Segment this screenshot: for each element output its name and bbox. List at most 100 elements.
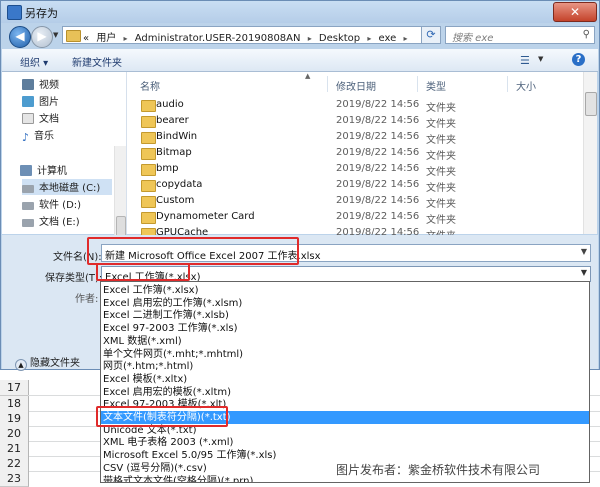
filetype-option[interactable]: Excel 工作簿(*.xlsx): [101, 284, 589, 297]
folder-icon: [141, 148, 156, 160]
row-header[interactable]: 20: [0, 426, 29, 442]
nav-item-label: 文档: [39, 114, 59, 125]
file-row[interactable]: Bitmap 2019/8/22 14:56 文件夹: [127, 146, 577, 162]
file-date: 2019/8/22 14:56: [336, 179, 420, 190]
row-header[interactable]: 18: [0, 396, 29, 412]
column-header-size[interactable]: 大小: [516, 78, 536, 93]
row-header[interactable]: 21: [0, 441, 29, 457]
address-bar[interactable]: « 用户 ▸ Administrator.USER-20190808AN ▸ D…: [62, 26, 434, 44]
file-date: 2019/8/22 14:56: [336, 163, 420, 174]
file-type: 文件夹: [426, 215, 456, 226]
nav-item-disk-d[interactable]: 软件 (D:): [22, 196, 81, 212]
filetype-option[interactable]: 文本文件(制表符分隔)(*.txt): [101, 411, 589, 424]
filetype-option[interactable]: Excel 97-2003 模板(*.xlt): [101, 398, 589, 411]
row-header[interactable]: 17: [0, 380, 29, 396]
nav-item-music[interactable]: ♪ 音乐: [22, 127, 54, 144]
folder-icon: [141, 212, 156, 224]
collapse-icon: ▲: [15, 359, 27, 371]
nav-item-documents[interactable]: 文档: [22, 110, 59, 126]
organize-button[interactable]: 组织 ▾: [20, 54, 48, 69]
column-divider[interactable]: [327, 76, 328, 92]
file-row[interactable]: BindWin 2019/8/22 14:56 文件夹: [127, 130, 577, 146]
nav-item-computer[interactable]: 计算机: [20, 162, 67, 178]
excel-app-icon: [7, 5, 22, 20]
back-button[interactable]: ◀: [9, 26, 31, 48]
file-date: 2019/8/22 14:56: [336, 99, 420, 110]
nav-item-pictures[interactable]: 图片: [22, 93, 59, 109]
nav-item-label: 计算机: [37, 166, 67, 177]
filename-field[interactable]: 新建 Microsoft Office Excel 2007 工作表.xlsx …: [101, 244, 591, 262]
disk-icon: [22, 219, 34, 227]
column-header-name[interactable]: 名称: [140, 78, 160, 93]
file-name: Dynamometer Card: [156, 211, 255, 222]
file-list-scrollbar[interactable]: [583, 72, 597, 234]
breadcrumb-item[interactable]: Desktop: [319, 33, 360, 44]
file-row[interactable]: audio 2019/8/22 14:56 文件夹: [127, 98, 577, 114]
row-header[interactable]: 19: [0, 411, 29, 427]
filetype-option[interactable]: Excel 97-2003 工作簿(*.xls): [101, 322, 589, 335]
help-icon[interactable]: ?: [572, 53, 585, 66]
new-folder-button[interactable]: 新建文件夹: [72, 54, 122, 69]
row-header[interactable]: 22: [0, 456, 29, 472]
videos-icon: [22, 79, 34, 90]
view-options-icon[interactable]: ☰: [520, 54, 530, 67]
filetype-option[interactable]: Excel 模板(*.xltx): [101, 373, 589, 386]
filetype-dropdown-list[interactable]: Excel 工作簿(*.xlsx) Excel 启用宏的工作簿(*.xlsm) Ex…: [100, 281, 590, 483]
column-divider[interactable]: [507, 76, 508, 92]
file-row[interactable]: bearer 2019/8/22 14:56 文件夹: [127, 114, 577, 130]
breadcrumb-separator-icon[interactable]: ▸: [124, 34, 128, 43]
column-header-date[interactable]: 修改日期: [336, 78, 376, 93]
nav-item-disk-e[interactable]: 文档 (E:): [22, 213, 80, 229]
filetype-option[interactable]: XML 电子表格 2003 (*.xml): [101, 436, 589, 449]
filetype-option[interactable]: Excel 启用宏的工作簿(*.xlsm): [101, 297, 589, 310]
nav-item-videos[interactable]: 视频: [22, 76, 59, 92]
file-type: 文件夹: [426, 119, 456, 130]
column-header-type[interactable]: 类型: [426, 78, 446, 93]
nav-item-local-disk-c[interactable]: 本地磁盘 (C:): [22, 179, 112, 195]
breadcrumb-separator-icon[interactable]: ▸: [403, 34, 407, 43]
filetype-option[interactable]: 单个文件网页(*.mht;*.mhtml): [101, 348, 589, 361]
filename-value[interactable]: 新建 Microsoft Office Excel 2007 工作表.xlsx: [105, 247, 321, 262]
sort-arrow-icon: ▲: [305, 72, 311, 80]
file-name: bearer: [156, 115, 189, 126]
filetype-option[interactable]: Excel 二进制工作簿(*.xlsb): [101, 309, 589, 322]
filetype-option[interactable]: Excel 启用宏的模板(*.xltm): [101, 386, 589, 399]
breadcrumb-separator-icon[interactable]: ▸: [367, 34, 371, 43]
filetype-dropdown-icon[interactable]: ▼: [581, 268, 587, 277]
file-list-scrollbar-thumb[interactable]: [585, 92, 597, 116]
file-row[interactable]: Custom 2019/8/22 14:56 文件夹: [127, 194, 577, 210]
hide-folders-button[interactable]: ▲ 隐藏文件夹: [15, 354, 80, 371]
breadcrumb-separator-icon[interactable]: ▸: [308, 34, 312, 43]
search-icon[interactable]: ⚲: [583, 29, 590, 40]
filetype-option[interactable]: 网页(*.htm;*.html): [101, 360, 589, 373]
file-row[interactable]: Dynamometer Card 2019/8/22 14:56 文件夹: [127, 210, 577, 226]
folder-icon: [141, 180, 156, 192]
view-dropdown-icon[interactable]: ▼: [538, 55, 543, 63]
breadcrumb-item[interactable]: Administrator.USER-20190808AN: [135, 33, 301, 44]
disk-icon: [22, 185, 34, 193]
refresh-icon[interactable]: ⟳: [421, 26, 441, 44]
file-row[interactable]: copydata 2019/8/22 14:56 文件夹: [127, 178, 577, 194]
nav-item-label: 图片: [39, 97, 59, 108]
documents-icon: [22, 113, 34, 124]
search-input[interactable]: 搜索 exe ⚲: [445, 26, 595, 44]
breadcrumb-overflow[interactable]: «: [83, 33, 89, 44]
file-name: BindWin: [156, 131, 198, 142]
filetype-option[interactable]: XML 数据(*.xml): [101, 335, 589, 348]
title-bar[interactable]: 另存为 ✕: [1, 1, 599, 23]
breadcrumb-item[interactable]: 用户: [96, 33, 116, 44]
close-button[interactable]: ✕: [553, 2, 597, 22]
pictures-icon: [22, 96, 34, 107]
nav-item-label: 本地磁盘 (C:): [39, 183, 101, 194]
breadcrumb-item[interactable]: exe: [379, 33, 397, 44]
computer-icon: [20, 165, 32, 176]
row-header[interactable]: 23: [0, 471, 29, 487]
column-divider[interactable]: [417, 76, 418, 92]
recent-pages-chevron-icon[interactable]: ▼: [53, 31, 58, 39]
filetype-select[interactable]: Excel 工作簿(*.xlsx) ▼: [101, 266, 591, 283]
filetype-option[interactable]: Unicode 文本(*.txt): [101, 424, 589, 437]
file-type: 文件夹: [426, 151, 456, 162]
file-row[interactable]: bmp 2019/8/22 14:56 文件夹: [127, 162, 577, 178]
filename-dropdown-icon[interactable]: ▼: [581, 247, 587, 256]
forward-button[interactable]: ▶: [31, 26, 53, 48]
